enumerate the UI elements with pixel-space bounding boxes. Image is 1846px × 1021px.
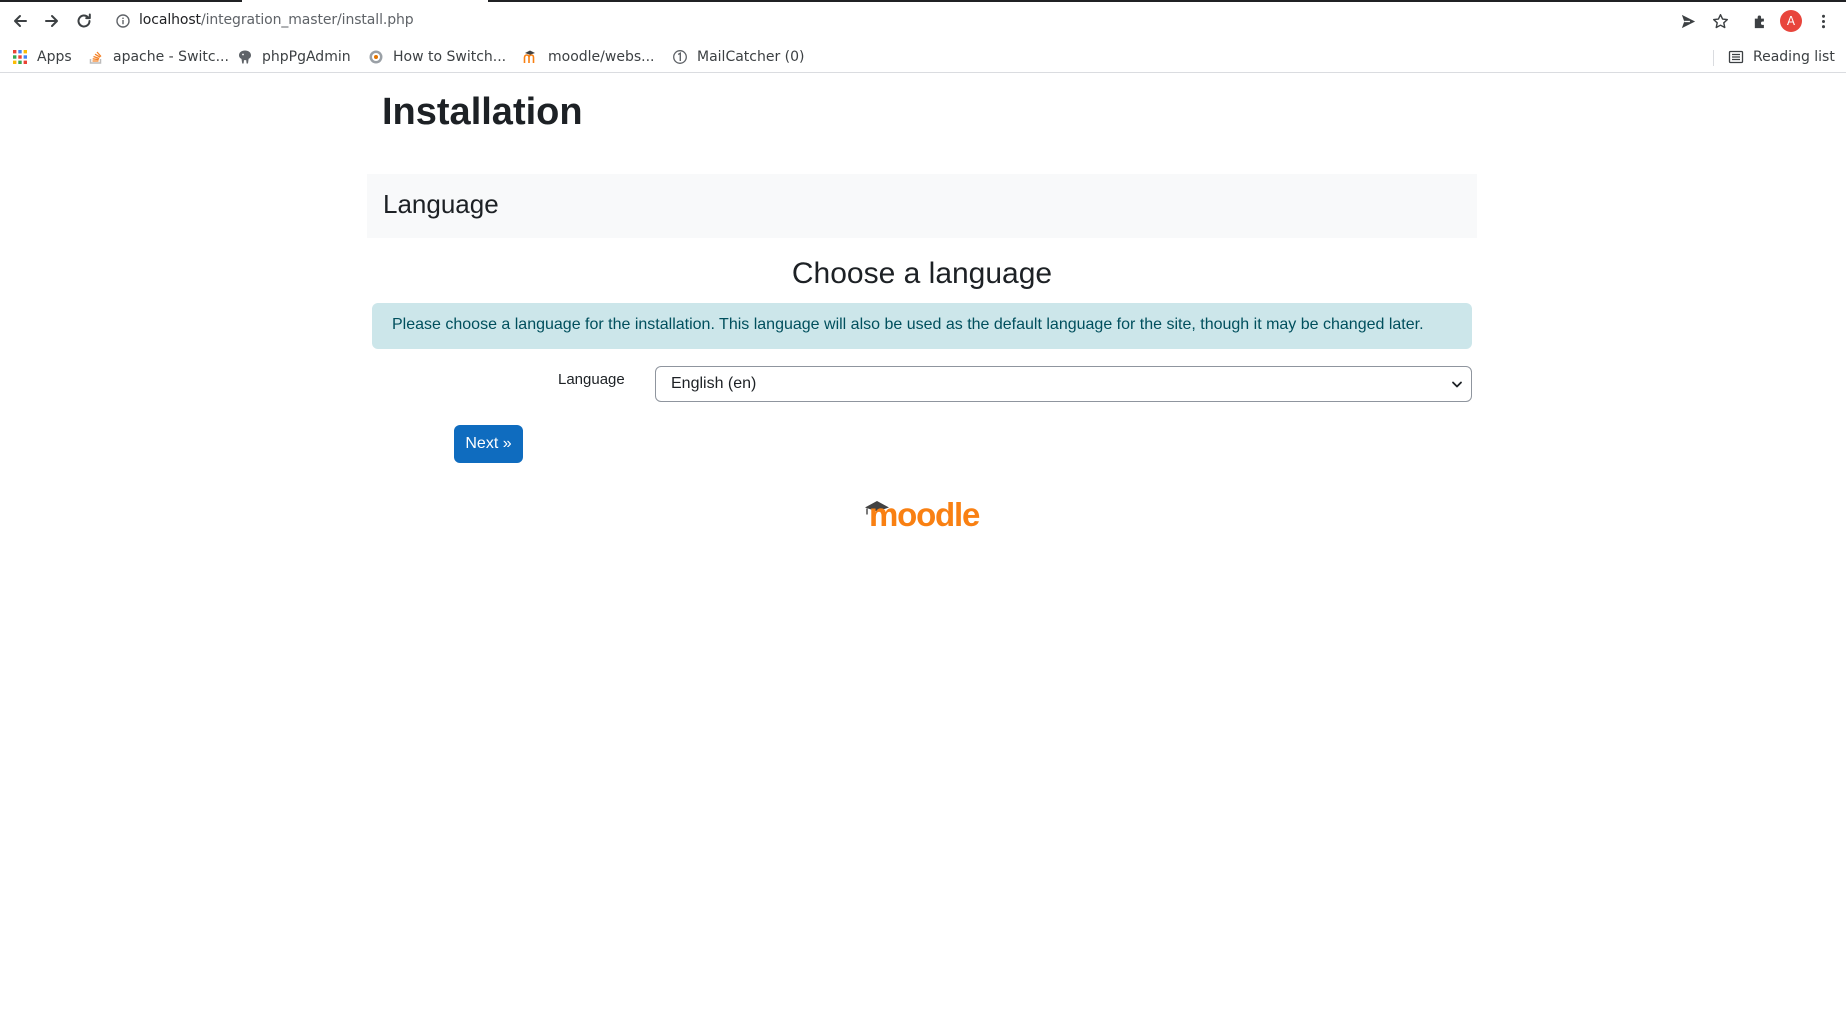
send-tab-button[interactable]	[1675, 8, 1701, 34]
kebab-menu-icon	[1821, 14, 1825, 28]
bookmark-mailcatcher[interactable]: MailCatcher (0)	[668, 45, 809, 69]
info-alert: Please choose a language for the install…	[372, 303, 1472, 349]
page-content: Installation Language Choose a language …	[0, 73, 1846, 1021]
puzzle-icon	[1754, 15, 1764, 28]
language-select-value: English (en)	[671, 375, 757, 392]
bookmark-label: How to Switch...	[393, 49, 507, 65]
moodle-logo: moodle	[865, 496, 980, 531]
profile-button[interactable]: A	[1778, 8, 1804, 34]
apps-grid-icon	[13, 50, 27, 64]
moodle-favicon-icon	[523, 50, 535, 63]
star-icon	[1712, 13, 1728, 28]
avatar: A	[1780, 10, 1802, 32]
section-header: Language	[367, 174, 1477, 238]
url-path: /integration_master/install.php	[200, 12, 414, 28]
moodle-logo-text: moodle	[869, 496, 980, 531]
bookmark-moodle-webs[interactable]: moodle/webs...	[519, 45, 658, 69]
browser-toolbar: localhost/integration_master/install.php…	[0, 0, 1846, 42]
bookmark-phppgadmin[interactable]: phpPgAdmin	[233, 45, 355, 69]
back-button[interactable]	[7, 8, 33, 34]
extensions-button[interactable]	[1747, 8, 1773, 34]
reading-list-icon	[1728, 50, 1744, 64]
forward-button[interactable]	[39, 8, 65, 34]
active-tab-indicator	[242, 0, 488, 2]
arrow-left-icon	[14, 15, 27, 27]
bookmark-label: phpPgAdmin	[262, 49, 351, 65]
bookmark-how-to-switch[interactable]: How to Switch...	[364, 45, 510, 69]
page-title: Installation	[382, 91, 583, 133]
address-bar[interactable]: localhost/integration_master/install.php	[104, 6, 1720, 36]
reload-button[interactable]	[71, 8, 97, 34]
browser-menu-button[interactable]	[1810, 8, 1836, 34]
language-select[interactable]: English (en)	[655, 366, 1472, 402]
bookmark-label: MailCatcher (0)	[697, 49, 805, 65]
bookmark-label: moodle/webs...	[548, 49, 655, 65]
mailcatcher-icon	[673, 50, 687, 64]
url-host: localhost	[139, 12, 201, 28]
section-title: Language	[383, 189, 499, 219]
bookmark-label: apache - Switc...	[113, 49, 229, 65]
send-icon	[1681, 14, 1695, 28]
reading-list-button[interactable]: Reading list	[1724, 45, 1839, 69]
bookmarks-separator	[1713, 50, 1714, 66]
choose-language-heading: Choose a language	[791, 257, 1053, 290]
bookmark-label: Apps	[37, 49, 72, 65]
url-text[interactable]: localhost/integration_master/install.php	[139, 12, 414, 28]
bookmark-apps[interactable]: Apps	[8, 45, 76, 69]
elephant-icon	[239, 50, 251, 64]
language-label: Language	[558, 371, 625, 388]
chevron-down-icon	[1452, 381, 1462, 388]
arrow-right-icon	[45, 15, 58, 27]
bookmark-apache[interactable]: apache - Switc...	[84, 45, 233, 69]
bookmark-star-button[interactable]	[1707, 8, 1733, 34]
reload-icon	[77, 13, 91, 28]
bookmarks-bar: Apps apache - Switc... phpPgAdmin How to…	[0, 42, 1846, 72]
site-favicon-icon	[369, 50, 383, 64]
next-button[interactable]: Next »	[454, 425, 523, 463]
stackoverflow-icon	[89, 51, 102, 64]
info-icon[interactable]	[116, 14, 130, 28]
reading-list-label: Reading list	[1753, 49, 1835, 65]
